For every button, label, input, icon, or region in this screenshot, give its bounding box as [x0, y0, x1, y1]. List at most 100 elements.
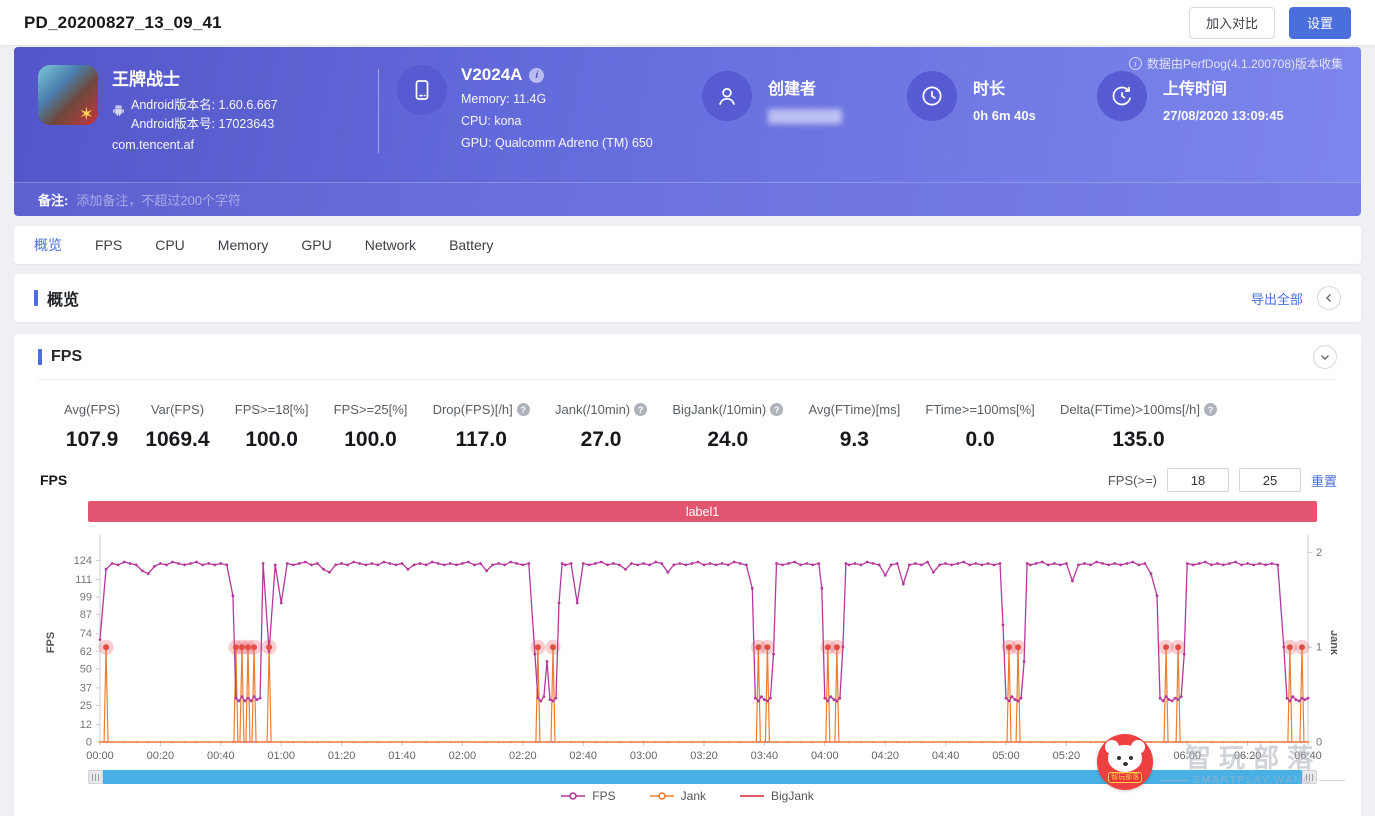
stat-value: 24.0 [672, 428, 783, 452]
fps-chart: 0122537506274879911112401200:0000:2000:4… [38, 529, 1337, 767]
fps-threshold-high-input[interactable] [1239, 468, 1301, 492]
remark-placeholder: 添加备注，不超过200个字符 [76, 190, 241, 209]
svg-text:04:00: 04:00 [811, 750, 839, 762]
overview-section: 概览 导出全部 [14, 274, 1361, 322]
settings-button[interactable]: 设置 [1289, 7, 1351, 39]
stat-Avg(FTime)[ms]: Avg(FTime)[ms] 9.3 [808, 402, 900, 452]
android-version-code: Android版本号: 17023643 [131, 115, 278, 134]
fps-line-chart[interactable]: 0122537506274879911112401200:0000:2000:4… [38, 529, 1337, 767]
overview-title: 概览 [47, 286, 79, 310]
fps-stats-row: Avg(FPS)107.9Var(FPS)1069.4FPS>=18[%]100… [38, 380, 1337, 452]
tabs-bar: 概览 FPS CPU Memory GPU Network Battery [14, 226, 1361, 264]
remark-bar[interactable]: 备注: 添加备注，不超过200个字符 [14, 182, 1361, 216]
device-memory: Memory: 11.4G [461, 89, 653, 111]
stat-value: 135.0 [1060, 428, 1217, 452]
svg-text:1: 1 [1316, 642, 1322, 654]
upload-time-block: 上传时间 27/08/2020 13:09:45 [1097, 71, 1284, 123]
upload-time-label: 上传时间 [1163, 75, 1284, 99]
stat-label: FTime>=100ms[%] [925, 402, 1034, 417]
help-icon[interactable]: ? [634, 403, 647, 416]
stat-value: 100.0 [235, 428, 309, 452]
app-icon [38, 65, 98, 125]
help-icon[interactable]: ? [770, 403, 783, 416]
svg-text:74: 74 [80, 628, 92, 640]
collect-info: i 数据由PerfDog(4.1.200708)版本收集 [1129, 55, 1343, 72]
chevron-down-icon [1320, 352, 1330, 362]
stat-BigJank(/10min): BigJank(/10min)? 24.0 [672, 402, 783, 452]
svg-text:37: 37 [80, 682, 92, 694]
svg-text:62: 62 [80, 646, 92, 658]
tab-FPS[interactable]: FPS [95, 237, 122, 253]
fps-threshold-low-input[interactable] [1167, 468, 1229, 492]
reset-link[interactable]: 重置 [1311, 471, 1337, 490]
stat-label: Drop(FPS)[/h] [433, 402, 513, 417]
svg-text:03:00: 03:00 [630, 750, 658, 762]
section-accent-bar [34, 290, 38, 306]
svg-text:0: 0 [1316, 737, 1322, 749]
page-title: PD_20200827_13_09_41 [24, 13, 222, 33]
upload-time-value: 27/08/2020 13:09:45 [1163, 108, 1284, 123]
stat-label: Avg(FTime)[ms] [808, 402, 900, 417]
svg-text:00:40: 00:40 [207, 750, 235, 762]
svg-text:FPS: FPS [45, 632, 57, 653]
chevron-left-icon [1324, 293, 1334, 303]
stat-Avg(FPS): Avg(FPS)107.9 [64, 402, 120, 452]
svg-text:05:20: 05:20 [1053, 750, 1081, 762]
header-divider [378, 69, 379, 153]
help-icon[interactable]: ? [517, 403, 530, 416]
device-gpu: GPU: Qualcomm Adreno (TM) 650 [461, 133, 653, 155]
svg-text:99: 99 [80, 592, 92, 604]
chart-annotation-band: label1 [88, 501, 1317, 522]
scrollbar-track[interactable] [103, 770, 1302, 784]
svg-text:03:40: 03:40 [751, 750, 779, 762]
stat-label: BigJank(/10min) [672, 402, 766, 417]
stat-label: Avg(FPS) [64, 402, 120, 417]
stat-label: FPS>=25[%] [334, 402, 408, 417]
device-model-row: V2024A i [461, 65, 653, 85]
svg-text:50: 50 [80, 663, 92, 675]
legend-item-Jank[interactable]: Jank [650, 789, 706, 803]
creator-block: 创建者 [702, 71, 907, 124]
scrollbar-left-grip[interactable] [88, 770, 103, 784]
legend-item-BigJank[interactable]: BigJank [740, 789, 814, 803]
stat-value: 117.0 [433, 428, 530, 452]
stat-Drop(FPS)[/h]: Drop(FPS)[/h]? 117.0 [433, 402, 530, 452]
stat-label: Jank(/10min) [555, 402, 630, 417]
svg-text:01:40: 01:40 [388, 750, 416, 762]
topbar: PD_20200827_13_09_41 加入对比 设置 [0, 0, 1375, 46]
device-info-icon[interactable]: i [529, 68, 544, 83]
stat-label: Delta(FTime)>100ms[/h] [1060, 402, 1200, 417]
app-info: 王牌战士 Android版本名: 1.60.6.667 Android版本号: … [112, 65, 278, 152]
fps-collapse-button[interactable] [1313, 345, 1337, 369]
tab-CPU[interactable]: CPU [155, 237, 185, 253]
stat-value: 0.0 [925, 428, 1034, 452]
legend-item-FPS[interactable]: FPS [561, 789, 615, 803]
stat-value: 27.0 [555, 428, 647, 452]
tab-Memory[interactable]: Memory [218, 237, 269, 253]
tab-GPU[interactable]: GPU [301, 237, 331, 253]
stat-value: 9.3 [808, 428, 900, 452]
fps-section-card: FPS Avg(FPS)107.9Var(FPS)1069.4FPS>=18[%… [14, 334, 1361, 816]
app-package: com.tencent.af [112, 138, 278, 152]
page-content: 王牌战士 Android版本名: 1.60.6.667 Android版本号: … [0, 47, 1375, 816]
tab-Battery[interactable]: Battery [449, 237, 493, 253]
fps-chart-title: FPS [40, 472, 67, 488]
app-name: 王牌战士 [112, 65, 278, 90]
tab-概览[interactable]: 概览 [34, 235, 62, 255]
tab-Network[interactable]: Network [365, 237, 416, 253]
app-block: 王牌战士 Android版本名: 1.60.6.667 Android版本号: … [38, 65, 378, 152]
help-icon[interactable]: ? [1204, 403, 1217, 416]
svg-text:02:20: 02:20 [509, 750, 537, 762]
svg-text:0: 0 [86, 737, 92, 749]
scrollbar-right-grip[interactable] [1302, 770, 1317, 784]
clock-icon [907, 71, 957, 121]
stat-label: Var(FPS) [151, 402, 204, 417]
overview-collapse-button[interactable] [1317, 286, 1341, 310]
add-compare-button[interactable]: 加入对比 [1189, 7, 1275, 39]
export-all-link[interactable]: 导出全部 [1251, 289, 1303, 308]
stat-Delta(FTime)>100ms[/h]: Delta(FTime)>100ms[/h]? 135.0 [1060, 402, 1217, 452]
svg-text:01:00: 01:00 [267, 750, 295, 762]
svg-text:06:20: 06:20 [1234, 750, 1262, 762]
stat-FTime>=100ms[%]: FTime>=100ms[%] 0.0 [925, 402, 1034, 452]
android-version-name: Android版本名: 1.60.6.667 [131, 96, 278, 115]
